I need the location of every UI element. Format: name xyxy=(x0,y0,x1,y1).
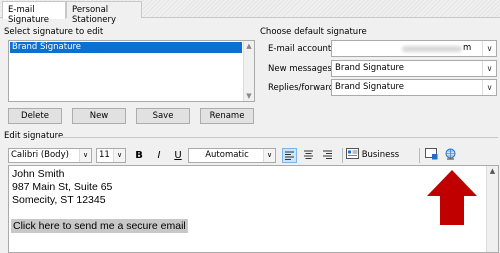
insert-hyperlink-button[interactable] xyxy=(443,148,458,163)
editor-scrollbar[interactable]: ▲ xyxy=(486,166,498,252)
picture-icon xyxy=(425,148,438,160)
save-button[interactable]: Save xyxy=(136,108,190,124)
business-card-icon xyxy=(346,148,359,159)
chevron-down-icon[interactable]: ∨ xyxy=(113,149,125,162)
italic-button[interactable]: I xyxy=(152,148,166,163)
hyperlink-icon xyxy=(445,148,456,160)
bold-button[interactable]: B xyxy=(132,148,146,163)
align-center-icon xyxy=(304,150,313,159)
new-messages-select[interactable]: Brand Signature ∨ xyxy=(331,60,497,77)
signature-listbox[interactable]: Brand Signature ▲ ▼ xyxy=(8,40,255,102)
scroll-up-icon[interactable]: ▲ xyxy=(487,166,498,176)
align-left-button[interactable] xyxy=(282,148,297,163)
email-account-label: E-mail account: xyxy=(268,44,335,54)
delete-button[interactable]: Delete xyxy=(8,108,62,124)
edit-signature-heading: Edit signature xyxy=(4,131,64,141)
section-divider xyxy=(58,137,498,138)
toolbar-separator xyxy=(419,148,420,163)
font-select[interactable]: Calibri (Body) ∨ xyxy=(8,148,92,163)
font-size-select[interactable]: 11 ∨ xyxy=(96,148,126,163)
signature-city: Somecity, ST 12345 xyxy=(12,194,106,206)
list-item[interactable]: Brand Signature xyxy=(10,42,242,53)
tab-personal-stationery[interactable]: Personal Stationery xyxy=(66,1,142,25)
replies-forwards-select[interactable]: Brand Signature ∨ xyxy=(331,79,497,96)
align-right-button[interactable] xyxy=(320,148,335,163)
new-button[interactable]: New xyxy=(72,108,126,124)
default-signature-heading: Choose default signature xyxy=(260,27,367,37)
listbox-scrollbar[interactable]: ▲ ▼ xyxy=(243,41,254,101)
tab-email-signature[interactable]: E-mail Signature xyxy=(2,1,66,25)
tab-strip: E-mail Signature Personal Stationery xyxy=(0,0,500,25)
business-card-button[interactable]: Business Card xyxy=(346,148,416,175)
chevron-down-icon[interactable]: ∨ xyxy=(482,80,496,95)
chevron-down-icon[interactable]: ∨ xyxy=(482,41,496,56)
underline-button[interactable]: U xyxy=(171,148,185,163)
new-messages-label: New messages: xyxy=(268,64,335,74)
signature-address: 987 Main St, Suite 65 xyxy=(12,181,113,193)
email-account-select[interactable]: m ∨ xyxy=(331,40,497,57)
toolbar-separator xyxy=(342,148,343,163)
chevron-down-icon[interactable]: ∨ xyxy=(79,149,91,162)
secure-email-link[interactable]: Click here to send me a secure email xyxy=(11,219,188,233)
font-color-select[interactable]: Automatic ∨ xyxy=(188,148,276,163)
chevron-down-icon[interactable]: ∨ xyxy=(482,61,496,76)
scroll-down-icon[interactable]: ▼ xyxy=(244,91,254,101)
align-center-button[interactable] xyxy=(301,148,316,163)
select-signature-heading: Select signature to edit xyxy=(4,27,104,37)
rename-button[interactable]: Rename xyxy=(200,108,254,124)
redacted-account-mask xyxy=(402,46,462,52)
scroll-up-icon[interactable]: ▲ xyxy=(244,41,254,51)
insert-picture-button[interactable] xyxy=(424,148,439,163)
align-right-icon xyxy=(323,150,332,159)
align-left-icon xyxy=(285,151,294,160)
red-arrow-up-icon xyxy=(427,170,477,225)
chevron-down-icon[interactable]: ∨ xyxy=(263,149,275,162)
signature-name: John Smith xyxy=(12,168,65,180)
